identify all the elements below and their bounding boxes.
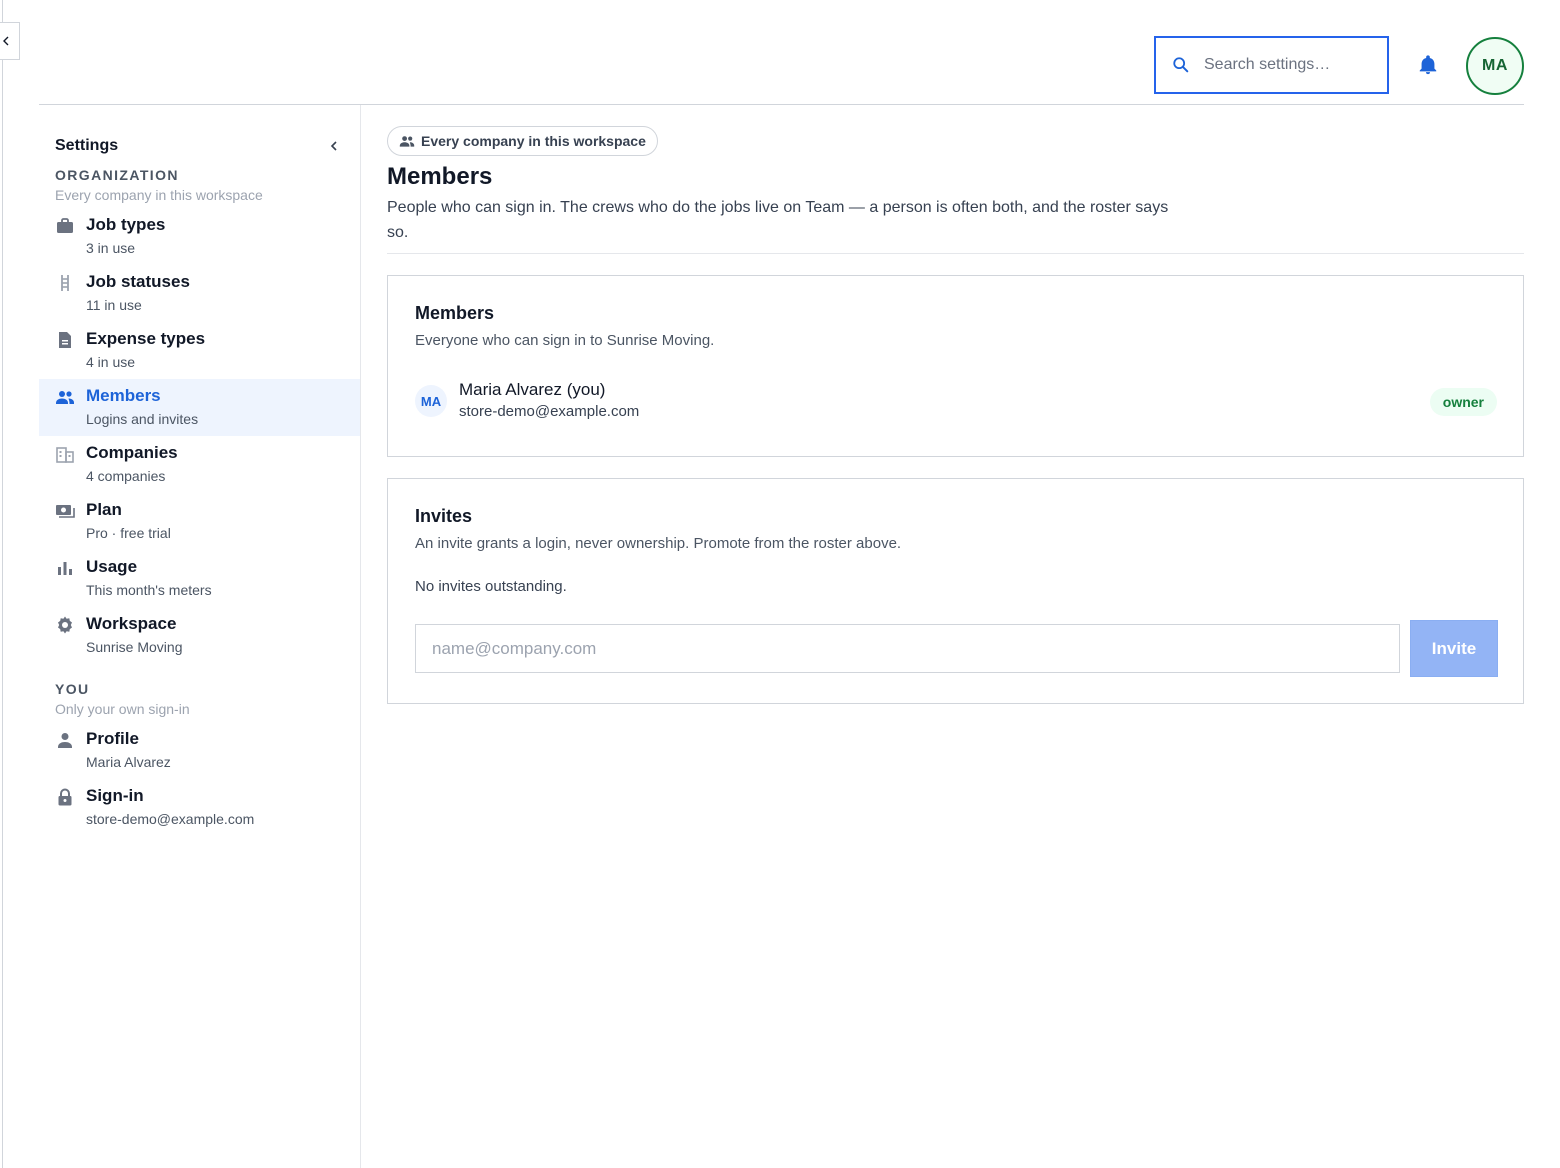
sidebar-item-label: Profile	[86, 729, 139, 748]
section-subheading-organization: Every company in this workspace	[55, 187, 263, 203]
sidebar-item-sub: 4 companies	[86, 468, 166, 484]
rail-divider	[2, 0, 3, 1168]
people-icon	[55, 387, 75, 407]
section-heading-organization: ORGANIZATION	[55, 167, 179, 183]
sidebar-item-label: Plan	[86, 500, 122, 519]
member-email: store-demo@example.com	[459, 403, 640, 420]
sidebar-item-plan[interactable]: Plan Pro · free trial	[39, 493, 360, 550]
sidebar-item-sub: 11 in use	[86, 297, 142, 313]
sidebar-item-sub: Pro · free trial	[86, 525, 171, 541]
search-input[interactable]	[1204, 56, 1374, 74]
user-avatar-button[interactable]: MA	[1466, 37, 1524, 95]
briefcase-icon	[55, 216, 75, 236]
sidebar-item-label: Companies	[86, 443, 178, 462]
sidebar-item-label: Sign-in	[86, 786, 144, 805]
rail-expand-toggle[interactable]	[0, 22, 20, 60]
people-icon	[399, 136, 415, 147]
section-heading-you: YOU	[55, 681, 90, 697]
divider	[387, 253, 1524, 254]
invites-card-title: Invites	[415, 506, 473, 526]
sidebar-item-sub: 4 in use	[86, 354, 136, 370]
settings-sidebar: Settings ORGANIZATION Every company in t…	[39, 105, 361, 1168]
sidebar-item-workspace[interactable]: Workspace Sunrise Moving	[39, 607, 360, 664]
bar-chart-icon	[55, 558, 75, 578]
members-card-subtitle: Everyone who can sign in to Sunrise Movi…	[415, 332, 715, 349]
page-description: People who can sign in. The crews who do…	[387, 199, 1169, 241]
lock-icon	[55, 787, 75, 807]
invites-card-subtitle: An invite grants a login, never ownershi…	[415, 535, 902, 552]
scope-pill-label: Every company in this workspace	[421, 133, 646, 149]
sidebar-item-job-statuses[interactable]: Job statuses 11 in use	[39, 265, 360, 322]
building-icon	[55, 444, 75, 464]
invites-card: Invites An invite grants a login, never …	[387, 478, 1524, 704]
sidebar-item-label: Expense types	[86, 329, 206, 348]
sidebar-item-sub: 3 in use	[86, 240, 136, 256]
scope-pill: Every company in this workspace	[387, 126, 658, 156]
empty-state-text: No invites outstanding.	[415, 578, 567, 595]
sidebar-item-job-types[interactable]: Job types 3 in use	[39, 208, 360, 265]
sidebar-item-sub: Maria Alvarez	[86, 754, 171, 770]
section-subheading-you: Only your own sign-in	[55, 701, 190, 717]
sidebar-item-label: Workspace	[86, 614, 177, 633]
sidebar-collapse-button[interactable]	[327, 139, 341, 153]
sidebar-item-members[interactable]: Members Logins and invites	[39, 379, 360, 436]
sidebar-item-sign-in[interactable]: Sign-in store-demo@example.com	[39, 779, 360, 836]
ladder-icon	[55, 273, 75, 293]
sidebar-item-usage[interactable]: Usage This month's meters	[39, 550, 360, 607]
sidebar-item-expense-types[interactable]: Expense types 4 in use	[39, 322, 360, 379]
invite-email-field[interactable]	[415, 624, 1400, 673]
sidebar-item-companies[interactable]: Companies 4 companies	[39, 436, 360, 493]
sidebar-item-label: Job types	[86, 215, 166, 234]
sidebar-item-label: Usage	[86, 557, 138, 576]
sidebar-item-profile[interactable]: Profile Maria Alvarez	[39, 722, 360, 779]
chevron-left-icon	[3, 36, 9, 46]
sidebar-item-sub: Logins and invites	[86, 411, 199, 427]
sidebar-item-label: Job statuses	[86, 272, 190, 291]
sidebar-item-sub: Sunrise Moving	[86, 639, 183, 655]
gear-icon	[55, 615, 75, 635]
bell-icon	[1419, 55, 1437, 75]
members-card-title: Members	[415, 303, 495, 323]
avatar: MA	[415, 385, 447, 417]
member-name: Maria Alvarez (you)	[459, 380, 606, 399]
members-card: Members Everyone who can sign in to Sunr…	[387, 275, 1524, 457]
sidebar-item-sub: store-demo@example.com	[86, 811, 255, 827]
person-icon	[55, 730, 75, 750]
document-icon	[55, 330, 75, 350]
chevron-left-icon	[330, 141, 337, 151]
page-title: Members	[387, 163, 493, 190]
notifications-button[interactable]	[1415, 52, 1441, 78]
sidebar-item-sub: This month's meters	[86, 582, 212, 598]
sidebar-title: Settings	[55, 137, 119, 154]
money-icon	[55, 501, 75, 521]
search-icon	[1173, 57, 1189, 73]
invite-button[interactable]: Invite	[1410, 620, 1498, 677]
top-header: MA	[39, 0, 1524, 105]
role-badge: owner	[1429, 388, 1497, 416]
search-box[interactable]	[1154, 36, 1389, 94]
sidebar-item-label: Members	[86, 386, 161, 405]
settings-page: MA Settings ORGANIZATION Every company i…	[0, 0, 1560, 1168]
